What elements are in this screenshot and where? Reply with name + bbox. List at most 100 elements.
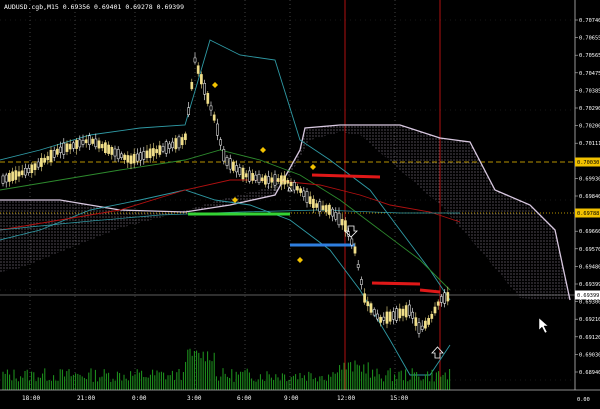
candle-body [228, 158, 232, 170]
candle-body [417, 322, 421, 334]
volume-axis-label: 0.00 [577, 397, 590, 403]
candle-body [315, 203, 318, 208]
bollinger-upper [0, 39, 451, 301]
candle-body [244, 173, 248, 178]
candle-body [161, 146, 165, 152]
candle-body [180, 137, 184, 146]
candle-body [43, 157, 46, 163]
price-chart[interactable]: 0.70740 0.70655 0.70565 0.70475 0.70385 0.702… [0, 0, 600, 405]
price-tick-label: 0.69300 [579, 300, 600, 306]
candle-body [433, 306, 437, 314]
candle-body [420, 325, 424, 330]
candle-body [353, 246, 357, 254]
signal-diamond-icon [260, 147, 266, 153]
candle-body [203, 83, 206, 95]
price-tick-label: 0.69660 [579, 229, 600, 235]
candle-body [78, 139, 82, 148]
candle-body [404, 305, 408, 318]
candle-body [91, 138, 94, 144]
volume-histogram [2, 348, 451, 390]
candle-body [68, 143, 72, 150]
candle-body [94, 138, 98, 148]
candle-body [427, 318, 430, 325]
candle-body [411, 311, 414, 319]
candle-body [251, 173, 254, 181]
candle-body [62, 142, 66, 155]
candle-body [17, 171, 21, 177]
candle-body [379, 316, 382, 323]
candle-body [30, 164, 34, 174]
candle-body [219, 139, 222, 146]
price-tick-label: 0.70565 [579, 53, 600, 59]
candle-body [299, 188, 302, 193]
candle-body [382, 316, 386, 321]
price-tick-label: 0.69030 [579, 352, 600, 358]
price-tick-label: 0.69120 [579, 335, 600, 341]
signal-diamond-icon [297, 257, 303, 263]
candle-body [376, 313, 379, 320]
candle-body [232, 161, 235, 171]
candle-body [280, 175, 283, 185]
chart-window[interactable]: 0.70740 0.70655 0.70565 0.70475 0.70385 0.702… [0, 0, 600, 405]
price-tick-label: 0.69570 [579, 247, 600, 253]
candle-body [11, 171, 14, 181]
candle-body [75, 140, 78, 149]
candle-body [225, 157, 229, 166]
candle-body [104, 142, 107, 154]
candle-body [84, 139, 88, 144]
candle-body [260, 177, 264, 182]
candle-body [328, 204, 331, 215]
candle-body [424, 320, 427, 329]
candle-body [148, 148, 152, 158]
candle-body [136, 153, 139, 162]
candle-body [312, 198, 315, 208]
candle-body [408, 304, 411, 316]
candle-body [324, 205, 328, 213]
price-tick-label: 0.70655 [579, 36, 600, 42]
time-tick-label: 6:00 [237, 395, 252, 402]
candle-body [177, 136, 181, 149]
candle-body [388, 311, 392, 322]
candle-body [385, 311, 389, 324]
price-tick-label: 0.68940 [579, 370, 600, 376]
candle-body [59, 146, 62, 153]
candle-body [193, 57, 197, 63]
price-tick-label: 0.69840 [579, 194, 600, 200]
candle-body [56, 148, 59, 155]
candle-body [171, 141, 174, 149]
buy-arrow-icon [431, 346, 444, 359]
candle-body [120, 153, 123, 158]
candle-body [200, 74, 203, 85]
candle-body [443, 292, 446, 304]
candle-body [190, 82, 194, 90]
candle-body [4, 174, 8, 183]
price-badge-label: 0.69788 [577, 211, 599, 217]
price-tick-label: 0.69480 [579, 264, 600, 270]
candle-body [446, 292, 450, 302]
resistance-level-red [419, 288, 441, 294]
candle-body [305, 191, 309, 203]
candle-body [158, 145, 162, 155]
candle-body [296, 186, 299, 191]
candle-body [72, 142, 75, 149]
candle-body [155, 149, 158, 154]
candle-body [97, 140, 101, 149]
candle-body [331, 208, 334, 217]
candle-body [88, 135, 91, 145]
candle-body [184, 133, 187, 141]
signal-diamond-icon [310, 164, 316, 170]
candle-body [46, 156, 50, 161]
candle-body [116, 149, 120, 160]
candle-body [142, 151, 146, 160]
candle-body [14, 170, 18, 180]
candle-body [440, 296, 443, 303]
candle-body [174, 138, 178, 150]
candle-body [123, 154, 126, 160]
price-tick-label: 0.69210 [579, 317, 600, 323]
candle-body [264, 175, 267, 185]
candle-body [257, 174, 261, 183]
candle-body [222, 149, 226, 162]
candle-body [248, 170, 251, 182]
sell-arrow-icon [344, 225, 358, 238]
candle-body [209, 105, 213, 111]
